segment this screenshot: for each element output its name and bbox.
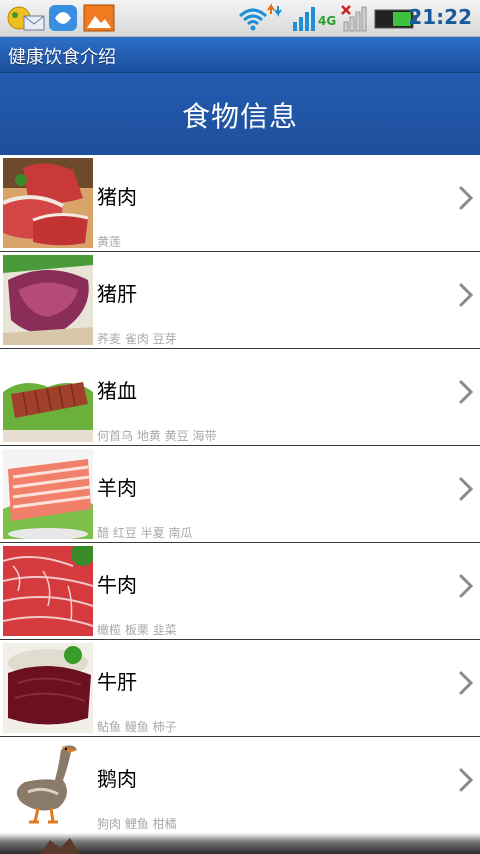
food-pairs: 荞麦 雀肉 豆芽: [97, 332, 177, 346]
food-name: 牛肝: [97, 670, 137, 694]
chevron-right-icon: [459, 574, 474, 598]
chevron-right-icon: [459, 671, 474, 695]
status-bar: 4G 21:22: [0, 0, 480, 37]
food-name: 猪肉: [97, 185, 137, 209]
food-pairs: 黄莲: [97, 235, 122, 249]
page-title: 食物信息: [181, 100, 298, 133]
chevron-right-icon: [459, 283, 474, 307]
food-item-mutton[interactable]: 羊肉 醋 红豆 半夏 南瓜: [0, 446, 480, 543]
page-header: 食物信息: [0, 73, 480, 155]
beef-image: [3, 546, 93, 636]
food-item-pork[interactable]: 猪肉 黄莲: [0, 155, 480, 252]
sms-icon: [7, 6, 45, 31]
pork-liver-image: [3, 255, 93, 345]
food-pairs: 鲇鱼 鳗鱼 柿子: [97, 720, 177, 734]
food-name: 猪肝: [97, 282, 137, 306]
mutton-image: [3, 449, 93, 539]
food-pairs: 橄榄 板栗 韭菜: [97, 623, 177, 637]
next-item-image-peek: [40, 838, 80, 854]
chevron-right-icon: [459, 380, 474, 404]
status-time: 21:22: [408, 5, 472, 29]
food-item-beef-liver[interactable]: 牛肝 鲇鱼 鳗鱼 柿子: [0, 640, 480, 737]
chevron-right-icon: [459, 768, 474, 792]
food-name: 牛肉: [97, 573, 137, 597]
goose-image: [3, 740, 93, 830]
pork-image: [3, 158, 93, 248]
food-name: 羊肉: [97, 476, 137, 500]
food-item-goose[interactable]: 鹅肉 狗肉 鲤鱼 柑橘: [0, 737, 480, 834]
network-type-label: 4G: [318, 14, 337, 28]
gallery-icon: [83, 4, 115, 32]
food-item-pork-blood[interactable]: 猪血 何首乌 地黄 黄豆 海带: [0, 349, 480, 446]
food-name: 猪血: [97, 379, 137, 403]
chevron-right-icon: [459, 186, 474, 210]
food-item-pork-liver[interactable]: 猪肝 荞麦 雀肉 豆芽: [0, 252, 480, 349]
app-title-bar: 健康饮食介绍: [0, 37, 480, 73]
qq-icon: [49, 5, 77, 31]
chevron-right-icon: [459, 477, 474, 501]
wifi-icon: [238, 4, 282, 31]
food-pairs: 狗肉 鲤鱼 柑橘: [97, 817, 177, 831]
food-item-beef[interactable]: 牛肉 橄榄 板栗 韭菜: [0, 543, 480, 640]
pork-blood-image: [3, 352, 93, 442]
food-name: 鹅肉: [97, 767, 137, 791]
no-signal-icon: [341, 5, 367, 32]
beef-liver-image: [3, 643, 93, 733]
food-pairs: 醋 红豆 半夏 南瓜: [97, 526, 193, 540]
food-pairs: 何首乌 地黄 黄豆 海带: [97, 429, 217, 443]
app-title: 健康饮食介绍: [8, 47, 116, 68]
food-list: 猪肉 黄莲 猪肝 荞麦 雀肉 豆芽 猪血 何首乌 地黄 黄豆 海带 羊肉 醋 红…: [0, 155, 480, 834]
